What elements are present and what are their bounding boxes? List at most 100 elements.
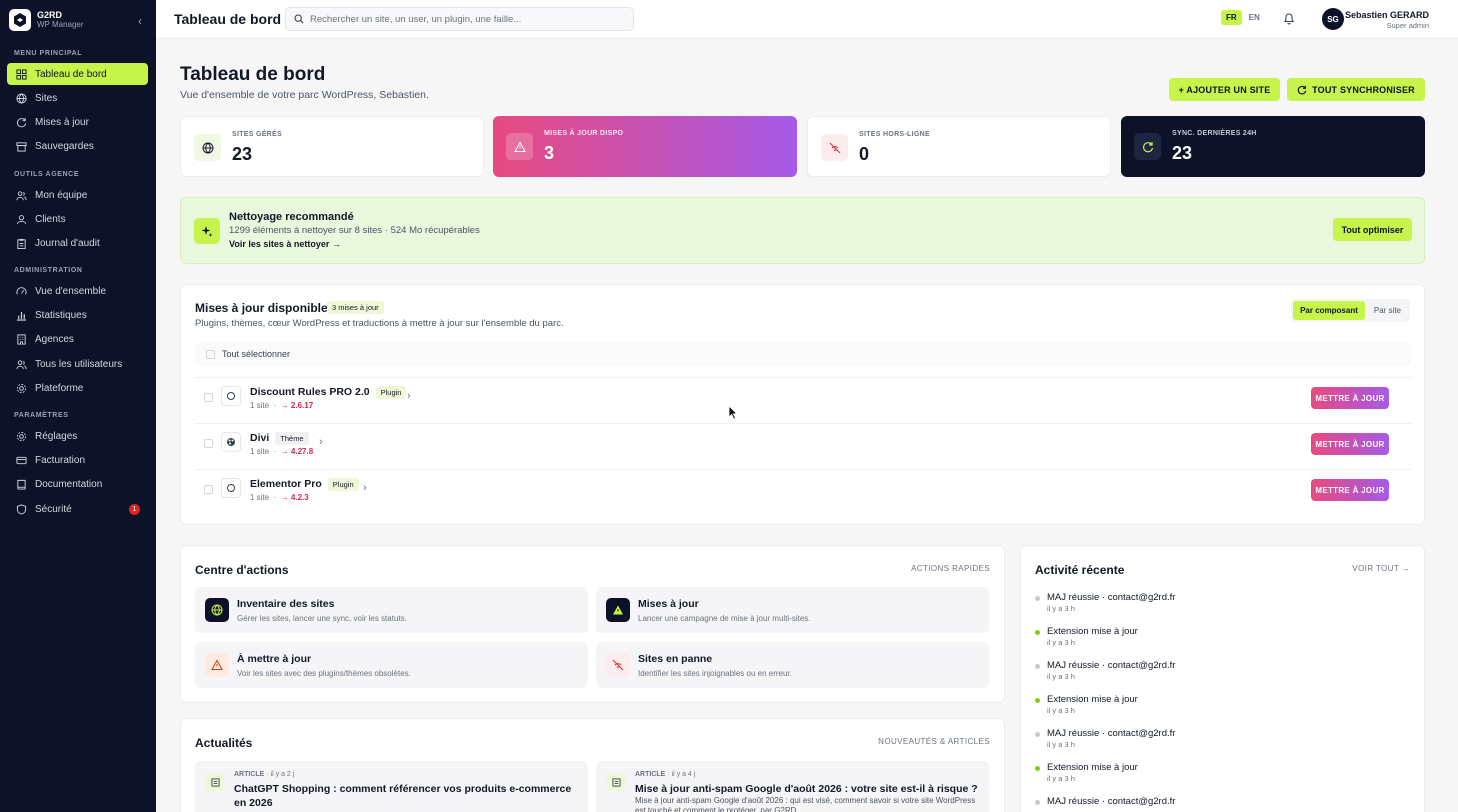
tile-sites-en-panne[interactable]: Sites en panne Identifier les sites injo… [596, 642, 989, 688]
sidebar-item-tableau-de-bord[interactable]: Tableau de bord [7, 63, 148, 85]
chevron-right-icon[interactable]: › [363, 482, 367, 494]
quick-actions-link[interactable]: ACTIONS RAPIDES [911, 564, 990, 573]
sidebar-item-reglages[interactable]: Réglages [7, 425, 148, 447]
separator: · [273, 447, 277, 456]
update-button[interactable]: METTRE À JOUR [1311, 433, 1389, 455]
activity-text: Extension mise à jour [1047, 626, 1138, 637]
sidebar-item-label: Clients [35, 213, 66, 225]
section-menu-principal: MENU PRINCIPAL [14, 50, 83, 57]
activity-text: MAJ réussie · contact@g2rd.fr [1047, 660, 1176, 671]
news-age: · il y a 4 j [667, 771, 696, 778]
news-link[interactable]: NOUVEAUTÉS & ARTICLES [878, 737, 990, 746]
update-version: → 4.27.8 [280, 447, 314, 456]
search-input[interactable]: Rechercher un site, un user, un plugin, … [285, 7, 634, 31]
update-row[interactable]: Discount Rules PRO 2.0 Plugin 1 site · → … [195, 377, 1411, 421]
sidebar-item-label: Journal d'audit [35, 237, 100, 249]
update-button[interactable]: METTRE À JOUR [1311, 387, 1389, 409]
tile-a-mettre-a-jour[interactable]: À mettre à jour Voir les sites avec des … [195, 642, 588, 688]
update-version: → 4.2.3 [280, 493, 309, 502]
mouse-cursor-icon [728, 405, 738, 420]
shield-icon [16, 503, 27, 515]
sidebar-item-journal-audit[interactable]: Journal d'audit [7, 232, 148, 254]
tile-desc: Gérer les sites, lancer une sync, voir l… [237, 614, 407, 623]
sidebar-item-agences[interactable]: Agences [7, 328, 148, 350]
stat-card-offline[interactable]: SITES HORS-LIGNE 0 [807, 116, 1111, 177]
sync-all-button[interactable]: TOUT SYNCHRONISER [1287, 78, 1425, 101]
news-headline: Mise à jour anti-spam Google d'août 2026… [635, 783, 978, 795]
cleanup-link[interactable]: Voir les sites à nettoyer → [229, 239, 341, 249]
stat-card-updates[interactable]: MISES À JOUR DISPO 3 [493, 116, 797, 177]
gauge-icon [16, 286, 27, 294]
page-title: Tableau de bord [180, 64, 326, 85]
update-name: Divi [250, 432, 270, 444]
news-card: Actualités NOUVEAUTÉS & ARTICLES ARTICLE… [180, 718, 1005, 812]
brand-name: G2RD [37, 10, 63, 20]
cleanup-desc: 1299 éléments à nettoyer sur 8 sites · 5… [229, 225, 480, 236]
select-all-row[interactable]: Tout sélectionner [195, 343, 1411, 366]
sidebar-item-sites[interactable]: Sites [7, 87, 148, 109]
select-all-checkbox[interactable] [206, 350, 215, 359]
see-all-link[interactable]: VOIR TOUT → [1352, 564, 1410, 573]
brand[interactable]: G2RD WP Manager [9, 9, 84, 31]
sidebar-item-mises-a-jour[interactable]: Mises à jour [7, 111, 148, 133]
update-row[interactable]: Divi Thème 1 site · → 4.27.8 › METTRE À J… [195, 423, 1411, 467]
activity-time: il y a 3 h [1047, 774, 1075, 783]
row-checkbox[interactable] [204, 485, 213, 494]
user-icon [16, 214, 27, 224]
updates-desc: Plugins, thèmes, cœur WordPress et tradu… [195, 318, 564, 329]
stat-card-sync[interactable]: SYNC. DERNIÈRES 24H 23 [1121, 116, 1425, 177]
sidebar-item-securite[interactable]: Sécurité 1 [7, 498, 148, 520]
lang-en[interactable]: EN [1244, 10, 1265, 25]
search-icon [294, 14, 304, 24]
sidebar-item-tous-les-utilisateurs[interactable]: Tous les utilisateurs [7, 353, 148, 375]
sidebar-item-plateforme[interactable]: Plateforme [7, 377, 148, 399]
sidebar-item-clients[interactable]: Clients [7, 208, 148, 230]
sidebar: G2RD WP Manager ‹ MENU PRINCIPAL OUTILS … [0, 0, 156, 812]
sidebar-item-vue-ensemble[interactable]: Vue d'ensemble [7, 280, 148, 302]
section-parametres: PARAMÈTRES [14, 412, 69, 419]
sidebar-item-label: Sauvegardes [35, 140, 94, 152]
sidebar-item-mon-equipe[interactable]: Mon équipe [7, 184, 148, 206]
news-headline: ChatGPT Shopping : comment référencer vo… [234, 783, 572, 809]
news-item[interactable]: ARTICLE · il y a 2 j ChatGPT Shopping : … [195, 761, 588, 812]
toggle-by-component[interactable]: Par composant [1293, 301, 1365, 320]
sidebar-item-label: Documentation [35, 478, 103, 490]
sidebar-item-label: Sécurité [35, 503, 72, 515]
toggle-by-site[interactable]: Par site [1367, 301, 1408, 320]
add-site-button[interactable]: + AJOUTER UN SITE [1169, 78, 1280, 101]
chevron-right-icon[interactable]: › [319, 436, 323, 448]
separator: · [273, 493, 277, 502]
stat-card-sites[interactable]: SITES GÉRÉS 23 [180, 116, 484, 177]
activity-time: il y a 3 h [1047, 706, 1075, 715]
update-sites: 1 site [250, 401, 270, 410]
stat-label: SYNC. DERNIÈRES 24H [1172, 130, 1257, 137]
row-checkbox[interactable] [204, 393, 213, 402]
sidebar-item-facturation[interactable]: Facturation [7, 449, 148, 471]
clipboard-icon [17, 238, 26, 249]
article-icon [206, 773, 224, 791]
news-item[interactable]: ARTICLE · il y a 4 j Mise à jour anti-sp… [596, 761, 989, 812]
topbar: Tableau de bord Rechercher un site, un u… [156, 0, 1458, 39]
status-dot [1035, 596, 1040, 601]
bell-icon[interactable] [1283, 12, 1295, 28]
avatar[interactable]: SG [1322, 8, 1344, 30]
status-dot [1035, 800, 1040, 805]
row-checkbox[interactable] [204, 439, 213, 448]
optimize-all-label: Tout optimiser [1341, 224, 1404, 235]
sidebar-item-label: Tableau de bord [35, 68, 107, 80]
language-switch[interactable]: FR EN [1221, 10, 1265, 25]
collapse-sidebar-icon[interactable]: ‹ [138, 14, 142, 28]
sidebar-item-statistiques[interactable]: Statistiques [7, 304, 148, 326]
chevron-right-icon[interactable]: › [407, 390, 411, 402]
users-icon [16, 190, 27, 200]
optimize-all-button[interactable]: Tout optimiser [1333, 218, 1412, 241]
sidebar-item-sauvegardes[interactable]: Sauvegardes [7, 135, 148, 157]
update-row[interactable]: Elementor Pro Plugin 1 site · → 4.2.3 › M… [195, 469, 1411, 513]
user-name[interactable]: Sebastien GERARD [1345, 10, 1429, 21]
tile-mises-a-jour[interactable]: Mises à jour Lancer une campagne de mise… [596, 587, 989, 633]
lang-fr[interactable]: FR [1221, 10, 1242, 25]
tile-inventaire[interactable]: Inventaire des sites Gérer les sites, la… [195, 587, 588, 633]
sidebar-item-documentation[interactable]: Documentation [7, 473, 148, 495]
separator: · [273, 401, 277, 410]
update-button[interactable]: METTRE À JOUR [1311, 479, 1389, 501]
